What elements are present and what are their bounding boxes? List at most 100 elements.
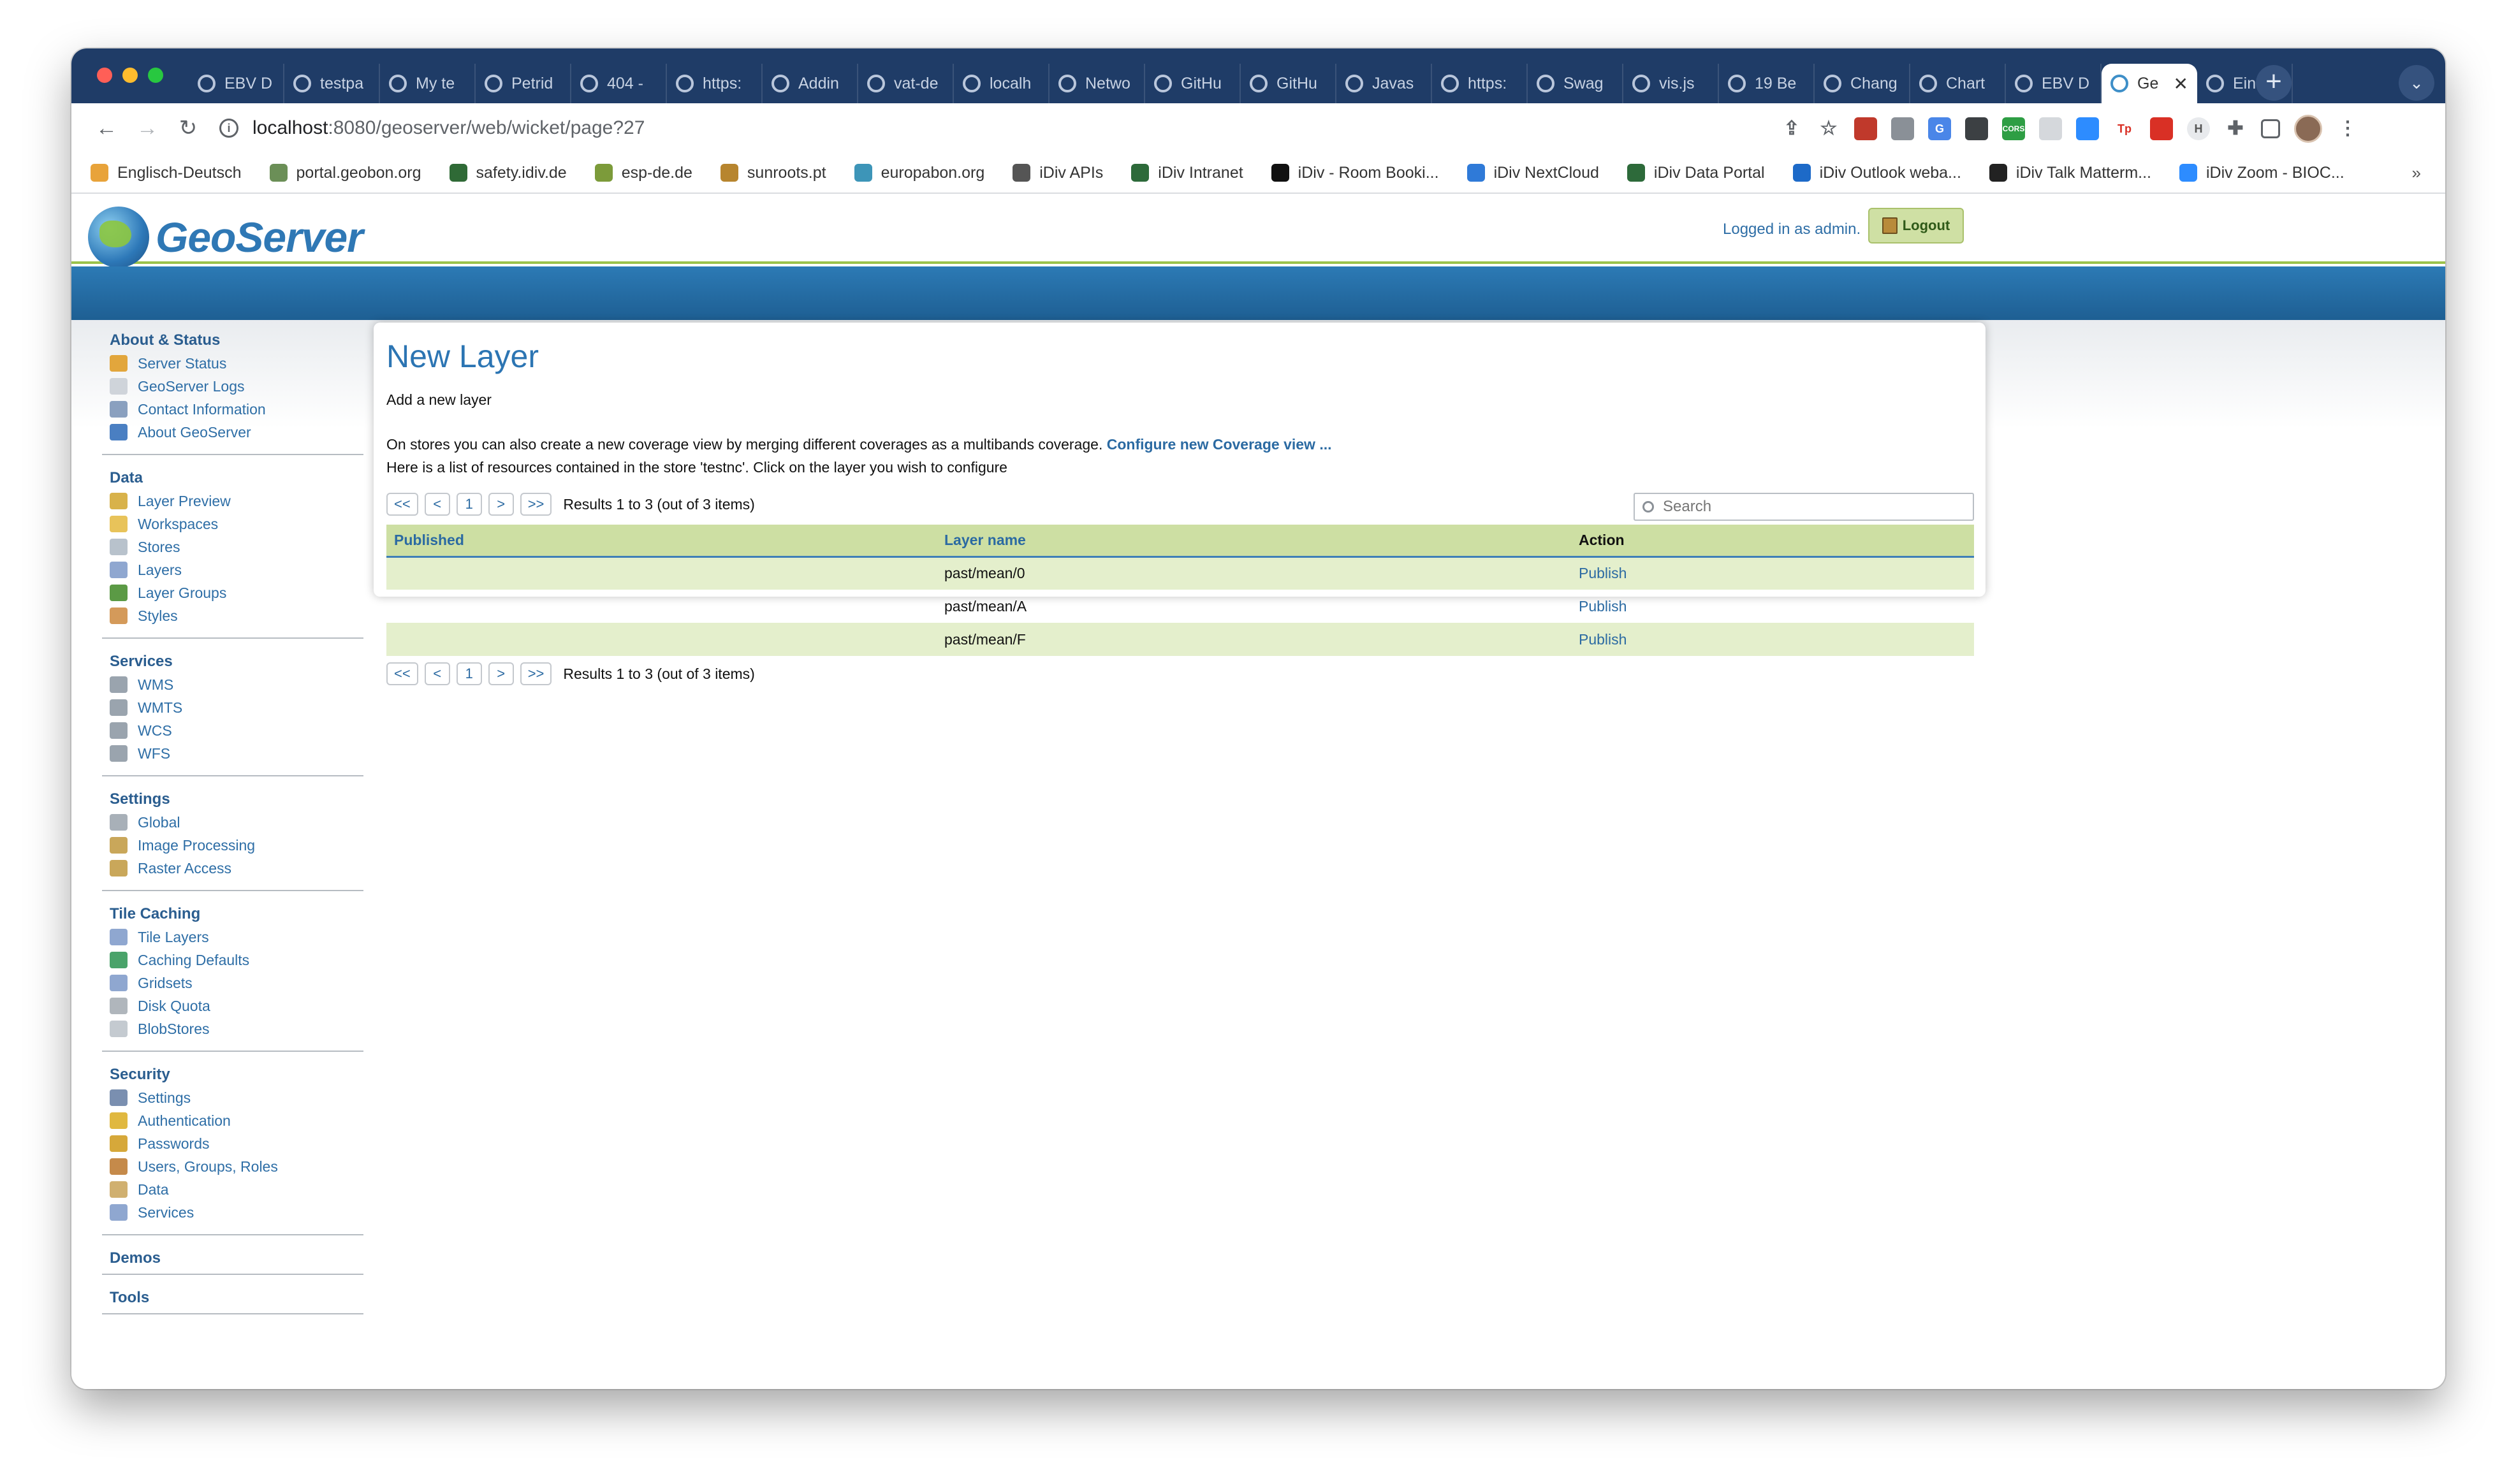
browser-tab[interactable]: https: [1432,64,1528,103]
sidebar-item-global[interactable]: Global [110,811,363,834]
bookmark-idiv-data-portal[interactable]: iDiv Data Portal [1627,164,1765,182]
browser-tab[interactable]: vis.js [1623,64,1719,103]
page-icon[interactable] [2039,117,2062,140]
bookmark-idiv-nextcloud[interactable]: iDiv NextCloud [1466,164,1599,182]
browser-tab[interactable]: Addin [763,64,858,103]
bookmark-europabon-org[interactable]: europabon.org [854,164,984,182]
bookmark-sunroots-pt[interactable]: sunroots.pt [720,164,826,182]
pager-prev-button[interactable]: < [424,493,450,516]
sidepanel-icon[interactable] [2261,119,2280,138]
profile-avatar[interactable] [2294,115,2322,143]
geoserver-logo[interactable]: GeoServer [88,207,363,268]
browser-tab[interactable]: 404 - [571,64,667,103]
published-column-header[interactable]: Published [386,525,937,558]
zoom-extension-icon[interactable] [2076,117,2099,140]
pager-last-button[interactable]: >> [520,662,552,685]
sidebar-item-server-status[interactable]: Server Status [110,352,363,375]
sidebar-item-wmts[interactable]: WMTS [110,696,363,719]
bookmark-idiv-intranet[interactable]: iDiv Intranet [1131,164,1243,182]
bookmark-idiv-talk-matterm[interactable]: iDiv Talk Matterm... [1989,164,2151,182]
publish-link[interactable]: Publish [1571,623,1974,656]
sidebar-item-wms[interactable]: WMS [110,673,363,696]
browser-tab[interactable]: EBV D [2006,64,2102,103]
bookmarks-more-icon[interactable]: » [2412,163,2421,183]
sidebar-item-image-processing[interactable]: Image Processing [110,834,363,857]
sidebar-item-workspaces[interactable]: Workspaces [110,513,363,535]
sidebar-item-stores[interactable]: Stores [110,535,363,558]
browser-tab[interactable]: Petrid [476,64,571,103]
layer-name-column-header[interactable]: Layer name [937,525,1571,558]
browser-tab[interactable]: vat-de [858,64,954,103]
extensions-puzzle-icon[interactable]: ✚ [2224,117,2247,140]
sidebar-item-tile-layers[interactable]: Tile Layers [110,926,363,949]
browser-tab[interactable]: Swag [1528,64,1623,103]
h-extension-icon[interactable]: H [2187,117,2210,140]
pdf-icon[interactable] [2150,117,2173,140]
bookmark-idiv-apis[interactable]: iDiv APIs [1013,164,1103,182]
back-icon[interactable]: ← [89,111,124,145]
pager-first-button[interactable]: << [386,493,418,516]
pager-first-button[interactable]: << [386,662,418,685]
pager-last-button[interactable]: >> [520,493,552,516]
sidebar-item-blobstores[interactable]: BlobStores [110,1017,363,1040]
browser-tab[interactable]: GitHu [1241,64,1336,103]
pager-prev-button[interactable]: < [424,662,450,685]
bookmark-portal-geobon-org[interactable]: portal.geobon.org [269,164,421,182]
sidebar-item-layer-preview[interactable]: Layer Preview [110,490,363,513]
sidebar-item-disk-quota[interactable]: Disk Quota [110,994,363,1017]
browser-tab[interactable]: EBV D [189,64,284,103]
sidebar-item-passwords[interactable]: Passwords [110,1132,363,1155]
browser-tab[interactable]: localh [954,64,1050,103]
sidebar-item-wcs[interactable]: WCS [110,719,363,742]
tp-icon[interactable]: Tp [2113,117,2136,140]
browser-tab[interactable]: Javas [1336,64,1432,103]
browser-tab[interactable]: GitHu [1145,64,1241,103]
sidebar-item-caching-defaults[interactable]: Caching Defaults [110,949,363,971]
translate-icon[interactable]: G [1928,117,1951,140]
publish-link[interactable]: Publish [1571,590,1974,623]
bookmark-englisch-deutsch[interactable]: Englisch-Deutsch [91,164,242,182]
sidebar-section-tools[interactable]: Tools [110,1286,363,1309]
browser-tab[interactable]: https: [667,64,763,103]
sidebar-item-about-geoserver[interactable]: About GeoServer [110,421,363,444]
reload-icon[interactable]: ↻ [171,111,205,145]
browser-tab[interactable]: 19 Be [1719,64,1815,103]
bookmark-star-icon[interactable]: ☆ [1817,117,1840,140]
maximize-window-button[interactable] [148,68,163,83]
configure-coverage-view-link[interactable]: Configure new Coverage view ... [1107,436,1332,453]
minimize-window-button[interactable] [122,68,138,83]
cors-icon[interactable]: CORS [2002,117,2025,140]
forward-icon[interactable]: → [130,111,165,145]
browser-tab[interactable]: Chart [1910,64,2006,103]
sidebar-section-demos[interactable]: Demos [110,1247,363,1270]
url-text[interactable]: localhost:8080/geoserver/web/wicket/page… [252,117,645,139]
sidebar-item-raster-access[interactable]: Raster Access [110,857,363,880]
menu-kebab-icon[interactable]: ⋮ [2336,117,2359,140]
sidebar-item-contact-information[interactable]: Contact Information [110,398,363,421]
sidebar-item-layer-groups[interactable]: Layer Groups [110,581,363,604]
browser-tab[interactable]: Netwo [1050,64,1145,103]
sidebar-item-wfs[interactable]: WFS [110,742,363,765]
site-info-icon[interactable]: i [219,119,238,138]
share-icon[interactable]: ⇪ [1780,117,1803,140]
tab-search-button[interactable]: ⌄ [2399,65,2434,101]
new-tab-button[interactable]: + [2256,65,2292,101]
bookmark-idiv-room-booki[interactable]: iDiv - Room Booki... [1271,164,1439,182]
pager-page-button[interactable]: 1 [456,493,482,516]
browser-tab[interactable]: Ge ✕ [2102,64,2197,103]
close-window-button[interactable] [97,68,112,83]
publish-link[interactable]: Publish [1571,556,1974,590]
bookmark-esp-de-de[interactable]: esp-de.de [594,164,692,182]
close-tab-icon[interactable]: ✕ [2174,73,2188,94]
sidebar-item-geoserver-logs[interactable]: GeoServer Logs [110,375,363,398]
bookmark-idiv-zoom-bioc[interactable]: iDiv Zoom - BIOC... [2179,164,2344,182]
extension-red-icon[interactable] [1854,117,1877,140]
search-input[interactable] [1663,498,1963,516]
sidebar-item-layers[interactable]: Layers [110,558,363,581]
sidebar-item-settings[interactable]: Settings [110,1086,363,1109]
bookmark-safety-idiv-de[interactable]: safety.idiv.de [449,164,567,182]
pager-page-button[interactable]: 1 [456,662,482,685]
sidebar-item-services[interactable]: Services [110,1201,363,1224]
pager-next-button[interactable]: > [488,493,514,516]
sidebar-item-data[interactable]: Data [110,1178,363,1201]
